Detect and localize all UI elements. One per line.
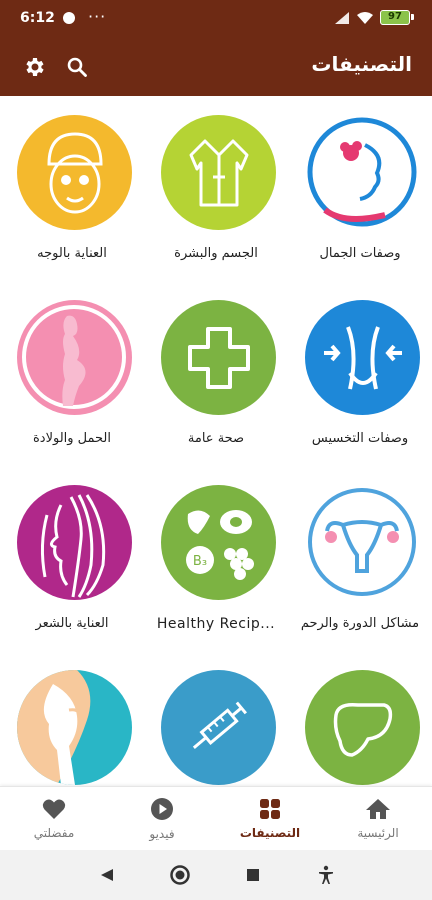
bottom-navigation: مفضلتي فيديو التصنيفات الرئيسية [0,786,432,850]
search-icon [67,57,87,77]
pregnancy-icon [22,305,126,409]
face-mask-icon [46,131,103,213]
home-circle-icon [169,865,190,885]
svg-text:B₃: B₃ [192,554,206,569]
wifi-icon [357,11,373,24]
category-circle [161,670,276,785]
category-joints[interactable] [0,651,144,786]
category-label: العناية بالوجه [37,246,107,261]
knee-joint-icon [17,670,91,785]
category-label: الجسم والبشرة [174,246,258,261]
category-circle [305,300,420,415]
battery-icon: 97 [380,10,414,25]
category-liver[interactable] [288,651,432,786]
category-beauty-recipes[interactable]: وصفات الجمال [288,96,432,281]
app-bar: التصنيفات [0,38,432,96]
accessibility-button[interactable] [311,860,341,890]
category-circle [161,115,276,230]
category-grid: وصفات الجمال الجسم والبشرة العناية بالوج… [0,96,432,786]
system-navigation-bar [0,850,432,900]
category-circle [17,670,132,785]
category-circle [17,485,132,600]
status-more-icon: ··· [88,7,107,26]
status-bar: 6:12 ··· 97 [0,0,432,38]
bathrobe-icon [189,139,248,206]
nav-label-categories: التصنيفات [239,825,301,840]
hair-profile-icon [40,494,106,598]
recents-button[interactable] [238,860,268,890]
nav-item-favorites[interactable]: مفضلتي [0,787,108,850]
category-circle [17,115,132,230]
status-time: 6:12 [20,10,55,26]
nav-item-categories[interactable]: التصنيفات [216,787,324,850]
home-icon [366,798,390,819]
liver-icon [333,702,392,757]
category-label: صحة عامة [187,431,245,446]
category-label: الحمل والولادة [32,431,112,446]
category-slimming-recipes[interactable]: وصفات التخسيس [288,281,432,466]
home-system-button[interactable] [165,860,195,890]
syringe-icon [192,701,247,749]
category-label: مشاكل الدورة والرحم [300,616,420,631]
signal-icon [335,11,349,24]
slim-waist-icon [323,325,402,389]
category-label: وصفات الجمال [319,246,401,261]
category-injection[interactable] [144,651,288,786]
category-circle [305,115,420,230]
category-period-uterus[interactable]: مشاكل الدورة والرحم [288,466,432,651]
recents-square-icon [246,869,259,881]
category-general-health[interactable]: صحة عامة [144,281,288,466]
category-face-care[interactable]: العناية بالوجه [0,96,144,281]
category-healthy-recipes[interactable]: B₃ Healthy Recip... [144,466,288,651]
category-hair-care[interactable]: العناية بالشعر [0,466,144,651]
battery-level: 97 [388,11,402,22]
back-button[interactable] [92,860,122,890]
category-label: وصفات التخسيس [311,431,409,446]
category-body-skin[interactable]: الجسم والبشرة [144,96,288,281]
nav-item-video[interactable]: فيديو [108,787,216,850]
page-title: التصنيفات [311,52,412,76]
category-circle: B₃ [161,485,276,600]
gear-icon [26,58,44,76]
nav-item-home[interactable]: الرئيسية [324,787,432,850]
settings-button[interactable] [19,52,49,82]
medical-cross-icon [187,326,250,389]
beauty-face-flower-icon [307,117,417,227]
nav-label-favorites: مفضلتي [33,825,75,840]
play-icon [151,797,173,820]
category-circle [17,300,132,415]
uterus-icon [308,488,416,596]
back-triangle-icon [100,869,113,881]
nav-label-video: فيديو [149,826,175,841]
category-label: Healthy Recip... [156,616,276,632]
categories-grid-icon [260,798,280,819]
nav-label-home: الرئيسية [357,825,399,840]
status-icons: 97 [334,10,414,25]
category-circle [305,485,420,600]
category-pregnancy[interactable]: الحمل والولادة [0,281,144,466]
category-circle [161,300,276,415]
healthy-food-icon: B₃ [185,509,254,580]
heart-icon [42,799,66,819]
category-circle [305,670,420,785]
category-label: العناية بالشعر [35,616,109,631]
search-button[interactable] [62,52,92,82]
accessibility-icon [318,865,333,884]
status-notification-icon [63,12,75,24]
